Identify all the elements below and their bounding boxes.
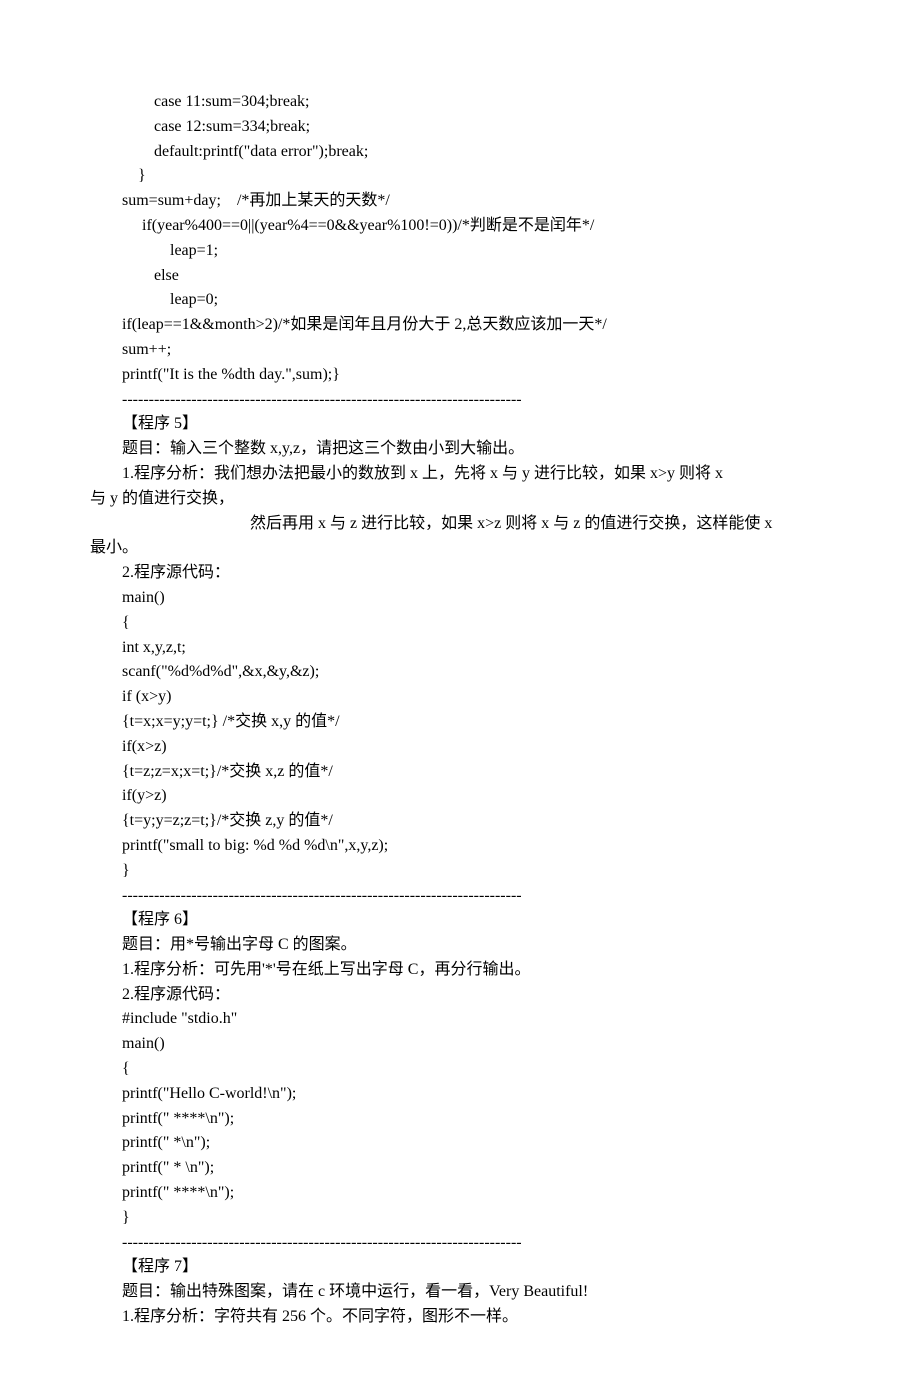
text-line: 1.程序分析：字符共有 256 个。不同字符，图形不一样。 — [90, 1305, 830, 1330]
text-line: printf(" * \n"); — [90, 1156, 830, 1181]
text-line: } — [90, 1206, 830, 1231]
text-line: printf(" ****\n"); — [90, 1181, 830, 1206]
text-line: 2.程序源代码： — [90, 983, 830, 1008]
text-line: {t=y;y=z;z=t;}/*交换 z,y 的值*/ — [90, 809, 830, 834]
text-line: sum++; — [90, 338, 830, 363]
text-line: { — [90, 1057, 830, 1082]
text-line: printf(" *\n"); — [90, 1131, 830, 1156]
text-line: if(year%400==0||(year%4==0&&year%100!=0)… — [90, 214, 830, 239]
text-line: ----------------------------------------… — [90, 1231, 830, 1256]
text-line: sum=sum+day; /*再加上某天的天数*/ — [90, 189, 830, 214]
text-line: {t=x;x=y;y=t;} /*交换 x,y 的值*/ — [90, 710, 830, 735]
text-line: int x,y,z,t; — [90, 636, 830, 661]
text-line: 【程序 7】 — [90, 1255, 830, 1280]
text-line: scanf("%d%d%d",&x,&y,&z); — [90, 660, 830, 685]
text-line: { — [90, 611, 830, 636]
text-line: 【程序 6】 — [90, 908, 830, 933]
text-line: leap=1; — [90, 239, 830, 264]
text-line: printf("Hello C-world!\n"); — [90, 1082, 830, 1107]
text-line: else — [90, 264, 830, 289]
text-line: leap=0; — [90, 288, 830, 313]
text-line: default:printf("data error");break; — [90, 140, 830, 165]
text-line: printf(" ****\n"); — [90, 1107, 830, 1132]
text-line: 题目：输出特殊图案，请在 c 环境中运行，看一看，Very Beautiful! — [90, 1280, 830, 1305]
text-line: main() — [90, 586, 830, 611]
document-page: case 11:sum=304;break;case 12:sum=334;br… — [0, 0, 920, 1390]
text-line: ----------------------------------------… — [90, 884, 830, 909]
text-line: if (x>y) — [90, 685, 830, 710]
text-line: } — [90, 164, 830, 189]
text-line: case 11:sum=304;break; — [90, 90, 830, 115]
text-line: case 12:sum=334;break; — [90, 115, 830, 140]
text-line: 题目：用*号输出字母 C 的图案。 — [90, 933, 830, 958]
text-line: 【程序 5】 — [90, 412, 830, 437]
text-line: ----------------------------------------… — [90, 388, 830, 413]
text-line: 然后再用 x 与 z 进行比较，如果 x>z 则将 x 与 z 的值进行交换，这… — [90, 512, 830, 537]
text-line: if(y>z) — [90, 784, 830, 809]
text-line: #include "stdio.h" — [90, 1007, 830, 1032]
text-line: 1.程序分析：我们想办法把最小的数放到 x 上，先将 x 与 y 进行比较，如果… — [90, 462, 830, 487]
text-line: 最小。 — [90, 536, 830, 561]
text-line: printf("small to big: %d %d %d\n",x,y,z)… — [90, 834, 830, 859]
text-line: {t=z;z=x;x=t;}/*交换 x,z 的值*/ — [90, 760, 830, 785]
text-line: printf("It is the %dth day.",sum);} — [90, 363, 830, 388]
text-line: if(leap==1&&month>2)/*如果是闰年且月份大于 2,总天数应该… — [90, 313, 830, 338]
text-line: } — [90, 859, 830, 884]
text-line: 题目：输入三个整数 x,y,z，请把这三个数由小到大输出。 — [90, 437, 830, 462]
text-line: main() — [90, 1032, 830, 1057]
text-line: 与 y 的值进行交换， — [90, 487, 830, 512]
text-line: 1.程序分析：可先用'*'号在纸上写出字母 C，再分行输出。 — [90, 958, 830, 983]
text-line: if(x>z) — [90, 735, 830, 760]
text-line: 2.程序源代码： — [90, 561, 830, 586]
